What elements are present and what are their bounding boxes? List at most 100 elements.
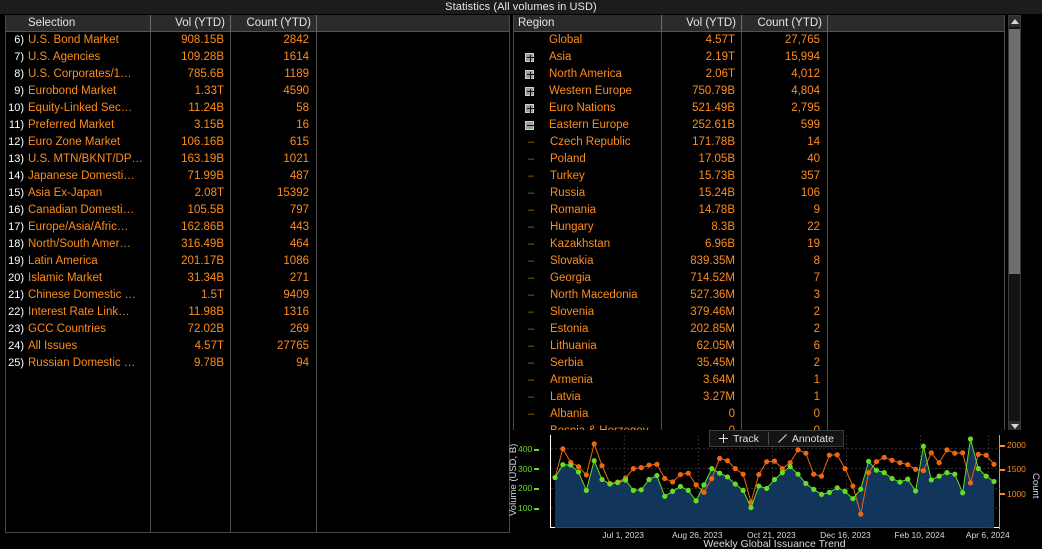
row-label[interactable]: Slovenia xyxy=(544,304,661,321)
row-label[interactable]: North America xyxy=(544,66,661,83)
table-row[interactable]: 18) North/South Amer… 316.49B 464 xyxy=(6,236,509,253)
table-row[interactable]: Asia 2.19T 15,994 xyxy=(514,49,1004,66)
table-row[interactable]: – Latvia 3.27M 1 xyxy=(514,389,1004,406)
table-row[interactable]: 10) Equity-Linked Sec… 11.24B 58 xyxy=(6,100,509,117)
table-row[interactable]: – Turkey 15.73B 357 xyxy=(514,168,1004,185)
table-row[interactable]: 7) U.S. Agencies 109.28B 1614 xyxy=(6,49,509,66)
row-label[interactable]: Albania xyxy=(544,406,661,423)
row-label[interactable]: Armenia xyxy=(544,372,661,389)
table-row[interactable]: 15) Asia Ex-Japan 2.08T 15392 xyxy=(6,185,509,202)
tree-toggle[interactable] xyxy=(514,100,544,117)
row-label[interactable]: Lithuania xyxy=(544,338,661,355)
scrollbar-thumb[interactable] xyxy=(1009,29,1020,274)
table-row[interactable]: 6) U.S. Bond Market 908.15B 2842 xyxy=(6,32,509,49)
row-label[interactable]: North/South Amer… xyxy=(26,236,150,253)
row-label[interactable]: Western Europe xyxy=(544,83,661,100)
tree-toggle[interactable] xyxy=(514,83,544,100)
table-row[interactable]: – Romania 14.78B 9 xyxy=(514,202,1004,219)
row-label[interactable]: Europe/Asia/Afric… xyxy=(26,219,150,236)
row-label[interactable]: Latin America xyxy=(26,253,150,270)
column-header-selection[interactable]: Selection xyxy=(6,15,150,31)
chart-plot-area[interactable] xyxy=(550,435,1000,528)
table-row[interactable]: North America 2.06T 4,012 xyxy=(514,66,1004,83)
row-label[interactable]: U.S. Bond Market xyxy=(26,32,150,49)
row-label[interactable]: Islamic Market xyxy=(26,270,150,287)
table-row[interactable]: 20) Islamic Market 31.34B 271 xyxy=(6,270,509,287)
row-label[interactable]: Eastern Europe xyxy=(544,117,661,134)
row-label[interactable]: Kazakhstan xyxy=(544,236,661,253)
row-label[interactable]: Georgia xyxy=(544,270,661,287)
row-label[interactable]: Russia xyxy=(544,185,661,202)
table-row[interactable]: Global 4.57T 27,765 xyxy=(514,32,1004,49)
table-row[interactable]: 17) Europe/Asia/Afric… 162.86B 443 xyxy=(6,219,509,236)
row-label[interactable]: Asia Ex-Japan xyxy=(26,185,150,202)
tree-toggle[interactable] xyxy=(514,117,544,134)
table-row[interactable]: – Slovenia 379.46M 2 xyxy=(514,304,1004,321)
column-header-count[interactable]: Count (YTD) xyxy=(231,15,316,31)
row-label[interactable]: Hungary xyxy=(544,219,661,236)
region-table-scrollbar[interactable] xyxy=(1008,15,1021,433)
table-row[interactable]: – Armenia 3.64M 1 xyxy=(514,372,1004,389)
table-row[interactable]: 11) Preferred Market 3.15B 16 xyxy=(6,117,509,134)
track-button[interactable]: Track xyxy=(710,431,768,446)
row-label[interactable]: Asia xyxy=(544,49,661,66)
table-row[interactable]: 12) Euro Zone Market 106.16B 615 xyxy=(6,134,509,151)
row-label[interactable]: All Issues xyxy=(26,338,150,355)
row-label[interactable]: Latvia xyxy=(544,389,661,406)
table-row[interactable]: Euro Nations 521.49B 2,795 xyxy=(514,100,1004,117)
row-label[interactable]: Russian Domestic … xyxy=(26,355,150,372)
table-row[interactable]: 23) GCC Countries 72.02B 269 xyxy=(6,321,509,338)
expand-node-icon[interactable] xyxy=(524,87,534,96)
table-row[interactable]: – North Macedonia 527.36M 3 xyxy=(514,287,1004,304)
row-label[interactable]: U.S. Agencies xyxy=(26,49,150,66)
row-label[interactable]: Chinese Domestic … xyxy=(26,287,150,304)
table-row[interactable]: – Serbia 35.45M 2 xyxy=(514,355,1004,372)
row-label[interactable]: Romania xyxy=(544,202,661,219)
table-row[interactable]: 22) Interest Rate Link… 11.98B 1316 xyxy=(6,304,509,321)
expand-node-icon[interactable] xyxy=(524,70,534,79)
row-label[interactable]: Japanese Domesti… xyxy=(26,168,150,185)
row-label[interactable]: Estonia xyxy=(544,321,661,338)
row-label[interactable]: North Macedonia xyxy=(544,287,661,304)
row-label[interactable]: Turkey xyxy=(544,168,661,185)
table-row[interactable]: – Czech Republic 171.78B 14 xyxy=(514,134,1004,151)
tree-toggle[interactable] xyxy=(514,66,544,83)
table-row[interactable]: – Lithuania 62.05M 6 xyxy=(514,338,1004,355)
table-row[interactable]: – Georgia 714.52M 7 xyxy=(514,270,1004,287)
table-row[interactable]: – Poland 17.05B 40 xyxy=(514,151,1004,168)
expand-node-icon[interactable] xyxy=(524,53,534,62)
row-label[interactable]: Equity-Linked Sec… xyxy=(26,100,150,117)
row-label[interactable]: Poland xyxy=(544,151,661,168)
row-label[interactable]: Czech Republic xyxy=(544,134,661,151)
row-label[interactable]: GCC Countries xyxy=(26,321,150,338)
table-row[interactable]: – Slovakia 839.35M 8 xyxy=(514,253,1004,270)
column-header-vol[interactable]: Vol (YTD) xyxy=(662,15,741,31)
table-row[interactable]: 8) U.S. Corporates/1… 785.6B 1189 xyxy=(6,66,509,83)
row-label[interactable]: Global xyxy=(544,32,661,49)
table-row[interactable]: 9) Eurobond Market 1.33T 4590 xyxy=(6,83,509,100)
row-label[interactable]: Euro Nations xyxy=(544,100,661,117)
expand-node-icon[interactable] xyxy=(524,104,534,113)
row-label[interactable]: Euro Zone Market xyxy=(26,134,150,151)
table-row[interactable]: 13) U.S. MTN/BKNT/DP… 163.19B 1021 xyxy=(6,151,509,168)
row-label[interactable]: Preferred Market xyxy=(26,117,150,134)
table-row[interactable]: 14) Japanese Domesti… 71.99B 487 xyxy=(6,168,509,185)
collapse-node-icon[interactable] xyxy=(524,121,534,130)
column-header-region[interactable]: Region xyxy=(514,15,661,31)
row-label[interactable]: U.S. MTN/BKNT/DP… xyxy=(26,151,150,168)
table-row[interactable]: 24) All Issues 4.57T 27765 xyxy=(6,338,509,355)
annotate-button[interactable]: Annotate xyxy=(769,431,843,446)
table-row[interactable]: – Kazakhstan 6.96B 19 xyxy=(514,236,1004,253)
table-row[interactable]: 25) Russian Domestic … 9.78B 94 xyxy=(6,355,509,372)
table-row[interactable]: Western Europe 750.79B 4,804 xyxy=(514,83,1004,100)
row-label[interactable]: U.S. Corporates/1… xyxy=(26,66,150,83)
column-header-vol[interactable]: Vol (YTD) xyxy=(151,15,230,31)
row-label[interactable]: Eurobond Market xyxy=(26,83,150,100)
tree-toggle[interactable] xyxy=(514,49,544,66)
table-row[interactable]: 16) Canadian Domesti… 105.5B 797 xyxy=(6,202,509,219)
row-label[interactable]: Slovakia xyxy=(544,253,661,270)
table-row[interactable]: 21) Chinese Domestic … 1.5T 9409 xyxy=(6,287,509,304)
scroll-up-arrow-icon[interactable] xyxy=(1009,16,1020,27)
row-label[interactable]: Serbia xyxy=(544,355,661,372)
table-row[interactable]: Eastern Europe 252.61B 599 xyxy=(514,117,1004,134)
